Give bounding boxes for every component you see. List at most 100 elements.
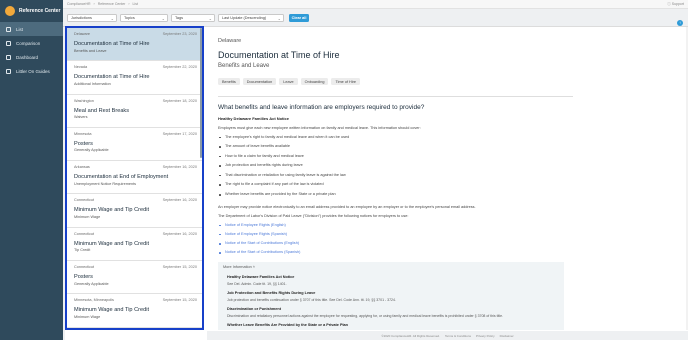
card-date: September 15, 2020 [162, 265, 197, 270]
detail-title: Documentation at Time of Hire [218, 50, 340, 60]
card-date: September 16, 2020 [162, 165, 197, 170]
breadcrumb: ComplianceHR › Reference Center › List ⓘ… [63, 0, 688, 9]
notice-link[interactable]: Notice of the Start of Contributions (En… [218, 239, 688, 248]
scroll-top-icon[interactable]: ↑ [677, 20, 683, 26]
card-subtitle: Generally Applicable [74, 281, 109, 286]
tag[interactable]: Benefits [218, 78, 240, 85]
chevron-down-icon: ⌄ [110, 16, 114, 21]
intro-text: Employers must give each new employee wr… [218, 125, 421, 130]
guide-icon [6, 68, 11, 74]
support-link[interactable]: ⓘ Support [667, 2, 684, 7]
list-item[interactable]: Minnesota September 17, 2020 Posters Genera… [67, 128, 202, 162]
list-item[interactable]: Connecticut September 15, 2020 Posters Gene… [67, 261, 202, 295]
requirements-list: The employee's right to family and medic… [218, 133, 688, 200]
card-subtitle: Generally Applicable [74, 148, 109, 153]
list-scrollbar[interactable] [199, 28, 202, 158]
clear-all-button[interactable]: Clear all [289, 14, 309, 22]
list-item[interactable]: Washington September 18, 2020 Meal and Res… [67, 95, 202, 128]
card-title: Posters [74, 140, 93, 147]
sidebar-item-dashboard[interactable]: Dashboard [0, 50, 63, 64]
division-text: The Department of Labor's Division of Pa… [218, 213, 409, 218]
card-date: September 17, 2020 [162, 131, 197, 136]
more-information-panel: More Information ˄ Healthy Delaware Fami… [218, 262, 564, 330]
list-item[interactable]: Delaware September 23, 2020 Documentation … [67, 28, 202, 62]
help-icon: ⓘ [667, 2, 671, 6]
more-section-heading: Discrimination or Punishment [227, 307, 282, 312]
detail-subtitle: Benefits and Leave [218, 63, 270, 69]
notice-link[interactable]: Notice of Employee Rights (Spanish) [218, 230, 688, 239]
support-label: Support [671, 2, 684, 6]
list-item[interactable]: Arkansas September 16, 2020 Documentation … [67, 161, 202, 195]
more-title: Healthy Delaware Families Act Notice [227, 275, 295, 280]
select-value: Topics [124, 16, 135, 20]
dashboard-icon [6, 54, 11, 60]
list-item: Job protection and benefits rights durin… [218, 161, 688, 171]
notice-links: Notice of Employee Rights (English) Noti… [218, 221, 688, 258]
card-date: September 16, 2020 [162, 198, 197, 203]
tag[interactable]: Onboarding [300, 78, 329, 85]
sidebar-item-label: Dashboard [16, 54, 39, 60]
more-citation: See Del. Admin. Code tit. 19, §§ 1401. [227, 282, 287, 287]
app-root: Reference Center List Comparison Dashboa… [0, 0, 688, 340]
sidebar-item-list[interactable]: List [0, 22, 63, 36]
sidebar-item-label: Comparison [16, 40, 41, 46]
more-section-heading: Job Protection and Benefits Rights Durin… [227, 291, 316, 296]
list-item[interactable]: Connecticut September 16, 2020 Minimum Wag… [67, 194, 202, 228]
card-date: September 23, 2020 [162, 32, 197, 36]
list-item: The amount of leave benefits available [218, 142, 688, 152]
list-item[interactable]: Connecticut September 16, 2020 Minimum Wag… [67, 228, 202, 262]
list-item[interactable]: Nevada September 22, 2020 Documentation at… [67, 61, 202, 95]
sidebar-item-comparison[interactable]: Comparison [0, 36, 63, 50]
breadcrumb-item[interactable]: Reference Center [98, 2, 126, 6]
card-subtitle: Benefits and Leave [74, 48, 107, 53]
select-value: Last Update (Descending) [222, 16, 267, 20]
card-subtitle: Waivers [74, 115, 88, 120]
notice-link[interactable]: Notice of the Start of Contributions (Sp… [218, 248, 688, 257]
card-subtitle: Tip Credit [74, 248, 91, 253]
list-item: That discrimination or retaliation for u… [218, 171, 688, 181]
more-section-text: Discrimination and retaliatory personnel… [227, 314, 504, 319]
copyright: ©2020 ComplianceHR. All Rights Reserved. [381, 333, 440, 338]
tags-select[interactable]: Tags ⌄ [171, 14, 215, 22]
notice-heading: Healthy Delaware Families Act Notice [218, 115, 289, 121]
list-item: The right to file a complaint if any par… [218, 180, 688, 190]
brand-logo-icon [5, 6, 15, 16]
tag[interactable]: Documentation [242, 78, 277, 85]
select-value: Jurisdictions [71, 16, 92, 20]
chevron-down-icon: ⌄ [208, 16, 212, 21]
jurisdictions-select[interactable]: Jurisdictions ⌄ [67, 14, 117, 22]
footer-link[interactable]: Disclaimer [500, 334, 514, 338]
brand-title: Reference Center [19, 8, 61, 14]
chevron-down-icon: ⌄ [161, 16, 165, 21]
card-subtitle: Minimum Wage [74, 314, 101, 319]
footer-link[interactable]: Privacy Policy [476, 334, 495, 338]
list-icon [6, 26, 11, 32]
card-subtitle: Additional Information [74, 81, 111, 86]
card-subtitle: Unemployment Notice Requirements [74, 181, 137, 186]
list-item[interactable]: Minnesota, Minneapolis September 15, 2020… [67, 294, 202, 328]
sidebar-item-label: List [16, 26, 24, 32]
list-item: Whether leave benefits are provided by t… [218, 190, 688, 200]
tag[interactable]: Time of Hire [331, 78, 361, 85]
more-information-toggle[interactable]: More Information ˄ [223, 265, 558, 269]
brand[interactable]: Reference Center [0, 0, 63, 22]
sidebar: Reference Center List Comparison Dashboa… [0, 0, 63, 340]
sort-select[interactable]: Last Update (Descending) ⌄ [218, 14, 284, 22]
sidebar-item-guides[interactable]: Littler On Guides [0, 64, 63, 78]
card-title: Minimum Wage and Tip Credit [74, 207, 150, 214]
footer-link[interactable]: Terms & Conditions [445, 334, 471, 338]
notice-text: An employer may provide notice electroni… [218, 204, 476, 209]
card-title: Documentation at End of Employment [74, 174, 169, 181]
chevron-down-icon: ⌄ [277, 16, 281, 21]
card-title: Minimum Wage and Tip Credit [74, 240, 150, 247]
breadcrumb-item[interactable]: ComplianceHR [67, 2, 91, 6]
breadcrumb-separator: › [93, 2, 95, 6]
chevron-up-icon: ˄ [252, 265, 255, 270]
tag-list: Benefits Documentation Leave Onboarding … [218, 78, 688, 85]
select-value: Tags [175, 16, 184, 20]
topics-select[interactable]: Topics ⌄ [120, 14, 168, 22]
footer: ©2020 ComplianceHR. All Rights Reserved.… [207, 331, 688, 340]
detail-question: What benefits and leave information are … [218, 103, 425, 111]
tag[interactable]: Leave [279, 78, 298, 85]
notice-link[interactable]: Notice of Employee Rights (English) [218, 221, 688, 230]
